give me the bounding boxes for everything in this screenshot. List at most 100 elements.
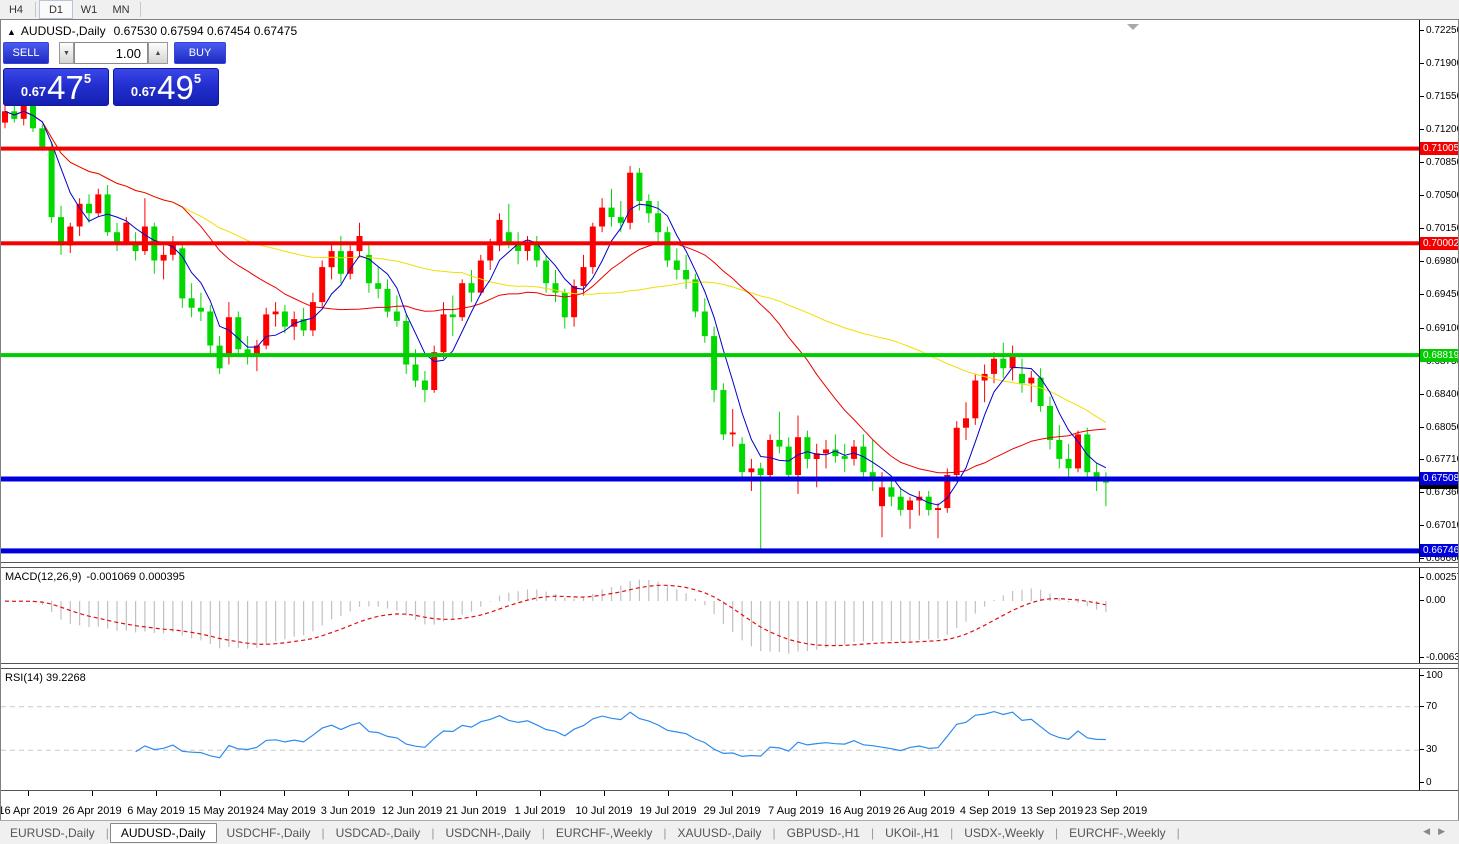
- price-level-label: 0.67508: [1420, 472, 1458, 486]
- time-axis-tick: [668, 791, 669, 796]
- chart-ohlc-values: 0.67530 0.67594 0.67454 0.67475: [113, 24, 298, 38]
- sell-button[interactable]: SELL: [3, 42, 49, 64]
- timeframe-button-w1[interactable]: W1: [73, 1, 105, 18]
- axis-tick-label: -0.006326: [1420, 651, 1458, 663]
- timeframe-button-d1[interactable]: D1: [39, 0, 73, 19]
- axis-tick-label: 0.69800: [1420, 255, 1458, 268]
- candle: [86, 203, 92, 214]
- horizontal-level-line[interactable]: [1, 353, 1419, 358]
- candle: [1000, 358, 1007, 369]
- time-axis-label: 21 Jun 2019: [445, 805, 507, 817]
- candle: [804, 437, 811, 459]
- horizontal-level-line[interactable]: [1, 476, 1419, 482]
- time-axis-label: 23 Sep 2019: [1084, 805, 1148, 817]
- tab-separator: |: [870, 826, 875, 840]
- time-axis-label: 16 Aug 2019: [829, 805, 891, 817]
- time-axis-tick: [1116, 791, 1117, 796]
- macd-indicator-chart[interactable]: [1, 568, 1419, 663]
- chart-tab-eurusd-daily[interactable]: EURUSD-,Daily: [0, 824, 105, 842]
- timeframe-button-h4[interactable]: H4: [0, 1, 32, 18]
- sell-price-tile[interactable]: 0.67 47 5: [3, 68, 109, 106]
- axis-tick-label: 0.71550: [1420, 90, 1458, 103]
- axis-tick-label: 0.72250: [1420, 24, 1458, 37]
- price-level-label: 0.68819: [1420, 348, 1458, 362]
- candle: [431, 352, 438, 390]
- candle: [412, 364, 419, 381]
- chevron-down-icon: ▼: [63, 49, 70, 57]
- tab-separator: |: [1055, 826, 1059, 840]
- candle: [160, 254, 167, 261]
- timeframe-button-mn[interactable]: MN: [105, 1, 137, 18]
- candle: [683, 270, 690, 280]
- time-axis-tick: [284, 791, 285, 796]
- axis-tick-label: 0.70850: [1420, 156, 1458, 169]
- chart-shift-marker[interactable]: [1127, 24, 1139, 30]
- time-axis-tick: [604, 791, 605, 796]
- chart-tab-usdcnh-daily[interactable]: USDCNH-,Daily: [435, 824, 540, 842]
- horizontal-level-line[interactable]: [1, 241, 1419, 246]
- buy-price-tile[interactable]: 0.67 49 5: [113, 68, 219, 106]
- time-axis-label: 3 Jun 2019: [320, 805, 376, 817]
- candle: [599, 207, 606, 227]
- price-level-label: 0.71005: [1420, 142, 1458, 156]
- chart-tab-xauusd-daily[interactable]: XAUUSD-,Daily: [667, 824, 771, 842]
- candle: [711, 336, 718, 390]
- time-axis-label: 26 Apr 2019: [62, 805, 122, 817]
- chart-tab-gbpusd-h1[interactable]: GBPUSD-,H1: [777, 824, 870, 842]
- candle: [608, 207, 615, 217]
- candle: [571, 286, 578, 318]
- candle: [188, 298, 195, 308]
- candle: [1065, 458, 1072, 469]
- candle: [459, 283, 466, 318]
- tab-scroll-right-icon[interactable]: ▶: [1438, 826, 1453, 836]
- chart-tab-ukoil-h1[interactable]: UKOil-,H1: [875, 824, 949, 842]
- price-pane: 0.72250 0.71900 0.71550 0.71200 0.70850 0.705…: [1, 20, 1458, 562]
- time-axis-tick: [348, 791, 349, 796]
- chart-title: ▲ AUDUSD-,Daily 0.67530 0.67594 0.67454 0.…: [7, 24, 297, 38]
- macd-pane: 0.002574 0.00 -0.006326 MACD(12,26,9) -0.00…: [1, 568, 1458, 663]
- volume-decrease-button[interactable]: ▼: [59, 42, 74, 64]
- chart-tab-usdchf-daily[interactable]: USDCHF-,Daily: [217, 824, 321, 842]
- horizontal-level-line[interactable]: [1, 146, 1419, 151]
- time-axis-label: 15 May 2019: [188, 805, 252, 817]
- candle: [860, 446, 867, 473]
- time-axis-label: 6 May 2019: [127, 805, 185, 817]
- candle: [123, 222, 130, 242]
- price-axis: 0.72250 0.71900 0.71550 0.71200 0.70850 0.705…: [1419, 20, 1458, 562]
- candle: [440, 314, 447, 353]
- tab-separator: |: [950, 826, 954, 840]
- volume-increase-button[interactable]: ▲: [148, 42, 168, 64]
- axis-tick-label: 0: [1420, 776, 1458, 789]
- candle: [823, 449, 829, 454]
- buy-button[interactable]: BUY: [174, 42, 226, 64]
- rsi-indicator-chart[interactable]: [1, 669, 1419, 790]
- axis-tick-label: 30: [1420, 743, 1458, 756]
- candle: [487, 245, 494, 261]
- time-axis-label: 1 Jul 2019: [514, 805, 566, 817]
- horizontal-level-line[interactable]: [1, 548, 1419, 554]
- volume-input[interactable]: [74, 42, 148, 64]
- candle: [580, 267, 587, 286]
- chart-tab-usdcad-daily[interactable]: USDCAD-,Daily: [326, 824, 431, 842]
- candle: [384, 288, 391, 312]
- tab-scroll-left-icon[interactable]: ◀: [1423, 826, 1438, 836]
- chart-tab-eurchf-weekly[interactable]: EURCHF-,Weekly: [546, 824, 662, 842]
- buy-price-prefix: 0.67: [130, 84, 157, 99]
- candle: [505, 232, 512, 242]
- axis-tick-label: 0.70150: [1420, 222, 1458, 235]
- oneclick-collapse-icon[interactable]: ▲: [7, 27, 16, 37]
- time-axis-tick: [92, 791, 93, 796]
- axis-tick-label: 0.002574: [1420, 571, 1458, 584]
- chart-tab-eurchf-weekly[interactable]: EURCHF-,Weekly: [1059, 824, 1175, 842]
- candle: [589, 226, 596, 268]
- time-axis-label: 12 Jun 2019: [381, 805, 443, 817]
- moving-average-5: [4, 110, 1107, 506]
- chart-tab-usdx-weekly[interactable]: USDX-,Weekly: [954, 824, 1054, 842]
- macd-axis: 0.002574 0.00 -0.006326: [1419, 568, 1458, 663]
- axis-tick-label: 0.67710: [1420, 453, 1458, 466]
- tab-separator: |: [772, 826, 776, 840]
- time-axis-label: 7 Aug 2019: [768, 805, 824, 817]
- chart-tab-audusd-daily[interactable]: AUDUSD-,Daily: [109, 823, 217, 843]
- time-axis-tick: [732, 791, 733, 796]
- chart-window: 0.72250 0.71900 0.71550 0.71200 0.70850 0.705…: [0, 19, 1459, 826]
